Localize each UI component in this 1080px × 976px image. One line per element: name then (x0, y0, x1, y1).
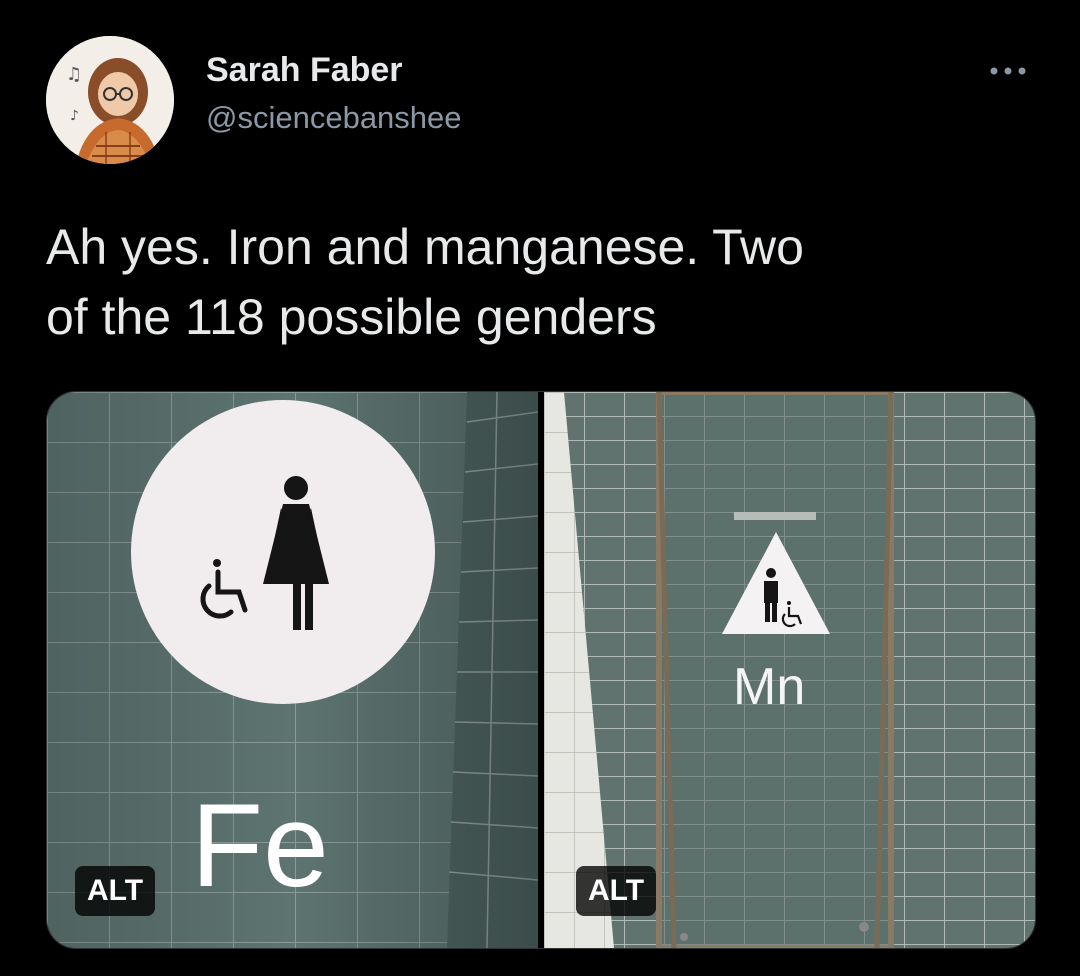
alt-badge[interactable]: ALT (576, 866, 657, 916)
avatar[interactable]: ♫ ♪ (46, 36, 174, 164)
avatar-illustration: ♫ ♪ (46, 36, 174, 164)
tweet-media: Fe ALT Mn ALT (46, 391, 1036, 949)
tweet-text: Ah yes. Iron and manganese. Two of the 1… (46, 219, 804, 345)
sign-label: Fe (191, 780, 329, 912)
photo-fe[interactable]: Fe ALT (47, 392, 538, 948)
tweet-header: ♫ ♪ Sarah Faber @sciencebanshee (46, 36, 1036, 166)
photo-fe-image: Fe (47, 392, 538, 948)
more-horizontal-icon[interactable] (980, 56, 1036, 86)
sign-label: Mn (733, 658, 805, 716)
alt-badge[interactable]: ALT (75, 866, 156, 916)
svg-text:♪: ♪ (70, 108, 79, 124)
author-names: Sarah Faber @sciencebanshee (206, 50, 462, 140)
svg-text:♫: ♫ (66, 64, 82, 85)
display-name[interactable]: Sarah Faber (206, 50, 462, 90)
photo-mn[interactable]: Mn ALT (544, 392, 1035, 948)
photo-mn-image: Mn (544, 392, 1035, 948)
handle: @sciencebanshee (206, 100, 462, 135)
